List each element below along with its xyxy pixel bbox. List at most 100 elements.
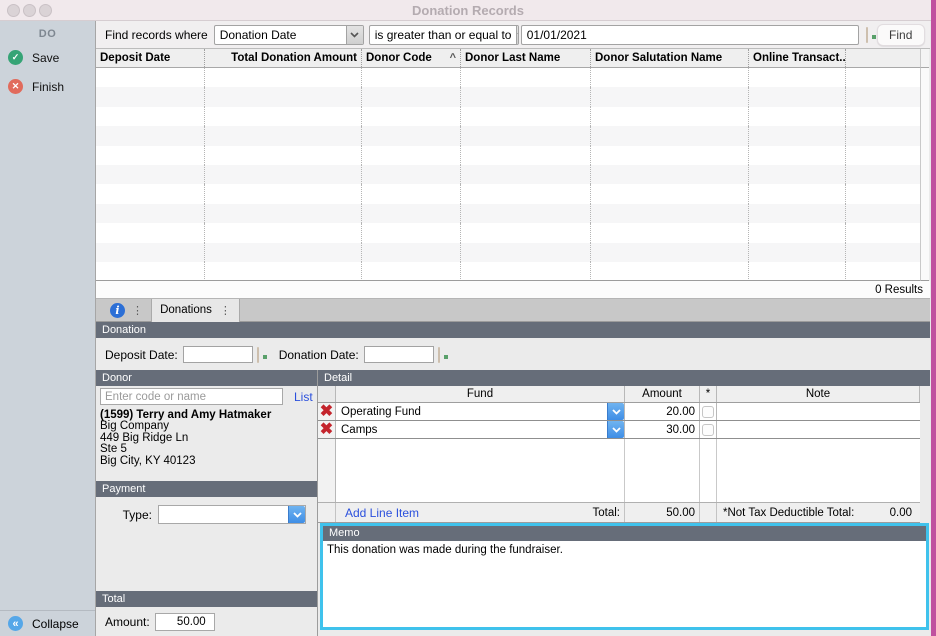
calendar-icon[interactable] [437, 346, 440, 363]
save-label: Save [32, 50, 60, 65]
calendar-icon[interactable] [865, 26, 868, 43]
table-row [96, 87, 920, 107]
table-row [96, 106, 920, 127]
column-header[interactable]: Donor Salutation Name [591, 49, 749, 67]
title-bar: Donation Records [0, 0, 936, 21]
column-header[interactable]: Donor Last Name [461, 49, 591, 67]
finish-label: Finish [32, 79, 65, 94]
memo-section-header: Memo [323, 526, 926, 541]
deposit-date-label: Deposit Date: [105, 347, 178, 362]
find-operator-select[interactable]: is greater than or equal to [368, 24, 519, 45]
find-value-input[interactable] [520, 24, 859, 45]
ntd-total-value: 0.00 [889, 506, 912, 519]
right-panel: Detail Fund Amount * Note ✖ Operating Fun… [318, 370, 930, 636]
main-area: Find records where Donation Date is grea… [96, 21, 930, 636]
collapse-icon: « [8, 616, 23, 631]
payment-type-select[interactable] [158, 505, 306, 524]
donor-address: Big Company 449 Big Ridge Ln Ste 5 Big City… [100, 420, 313, 467]
total-amount-label: Amount: [105, 614, 150, 629]
collapse-label: Collapse [32, 616, 79, 631]
fund-value: Operating Fund [341, 405, 421, 418]
chevron-down-icon[interactable] [345, 25, 363, 44]
find-button[interactable]: Find [876, 23, 925, 46]
add-line-item-link[interactable]: Add Line Item [345, 506, 419, 520]
detail-amount-column-header: Amount [625, 386, 700, 402]
note-cell[interactable] [717, 403, 920, 420]
amount-cell[interactable]: 30.00 [625, 421, 700, 438]
table-row [96, 223, 920, 243]
donation-date-row: Deposit Date: Donation Date: [96, 338, 930, 371]
find-field-value: Donation Date [219, 27, 297, 42]
column-header[interactable]: Total Donation Amount [205, 49, 362, 67]
finish-button[interactable]: ✕ Finish [0, 75, 95, 98]
window-edge-highlight [931, 0, 936, 636]
table-row [96, 126, 920, 146]
table-row [96, 164, 920, 185]
table-row [96, 184, 920, 204]
memo-panel: Memo [320, 523, 929, 630]
column-header[interactable]: Online Transact... [749, 49, 846, 67]
tab-donations[interactable]: Donations ⋮ [151, 298, 240, 322]
find-bar: Find records where Donation Date is grea… [96, 21, 930, 49]
payment-type-label: Type: [122, 508, 152, 522]
detail-line-item: ✖ Operating Fund 20.00 [318, 403, 920, 421]
total-amount-input[interactable] [154, 612, 215, 631]
detail-total-value: 50.00 [625, 503, 700, 522]
not-tax-deductible-checkbox[interactable] [700, 403, 717, 420]
payment-type-value [159, 506, 288, 523]
check-icon: ✓ [8, 50, 23, 65]
left-panel: Donor List (1599) Terry and Amy Hatmaker… [96, 370, 318, 636]
calendar-icon[interactable] [256, 346, 259, 363]
fund-select[interactable]: Camps [336, 421, 625, 438]
detail-note-column-header: Note [717, 386, 920, 402]
note-cell[interactable] [717, 421, 920, 438]
find-field-select[interactable]: Donation Date [213, 24, 364, 45]
sidebar-header: DO [38, 28, 57, 40]
donor-section-header: Donor [96, 370, 317, 386]
payment-panel: Type: [96, 497, 317, 591]
not-tax-deductible-checkbox[interactable] [700, 421, 717, 438]
total-panel: Amount: [96, 607, 317, 636]
detail-fund-column-header: Fund [336, 386, 625, 402]
detail-section-header: Detail [318, 370, 930, 386]
table-row [96, 242, 920, 262]
fund-select[interactable]: Operating Fund [336, 403, 625, 420]
detail-line-item: ✖ Camps 30.00 [318, 421, 920, 439]
payment-section-header: Payment [96, 481, 317, 497]
chevron-down-icon[interactable] [607, 403, 624, 420]
info-icon[interactable]: i [110, 302, 125, 318]
delete-line-icon[interactable]: ✖ [318, 403, 336, 420]
tab-donations-label: Donations [160, 304, 212, 316]
donor-list-link[interactable]: List [294, 390, 313, 404]
amount-cell[interactable]: 20.00 [625, 403, 700, 420]
delete-line-icon[interactable]: ✖ [318, 421, 336, 438]
deposit-date-input[interactable] [182, 346, 253, 363]
column-header[interactable] [846, 49, 920, 67]
results-count: 0 Results [875, 283, 923, 296]
chevron-down-icon[interactable] [516, 25, 518, 44]
sidebar: DO ✓ Save ✕ Finish « Collapse [0, 21, 96, 636]
vertical-scrollbar[interactable] [920, 68, 929, 281]
grip-dots-icon[interactable]: ⋮ [220, 304, 231, 317]
column-header[interactable]: Donor Code ^ [362, 49, 461, 67]
chevron-down-icon[interactable] [288, 506, 305, 523]
donation-date-label: Donation Date: [278, 347, 359, 362]
grip-dots-icon[interactable]: ⋮ [132, 304, 143, 317]
chevron-down-icon[interactable] [607, 421, 624, 438]
donor-panel: List (1599) Terry and Amy Hatmaker Big C… [96, 386, 317, 481]
ntd-total-label: *Not Tax Deductible Total: [723, 506, 855, 519]
table-row [96, 203, 920, 224]
save-button[interactable]: ✓ Save [0, 46, 95, 69]
memo-textarea[interactable] [323, 541, 926, 627]
donor-address-line: Ste 5 [100, 443, 127, 455]
table-row [96, 145, 920, 165]
find-bar-label: Find records where [105, 27, 208, 42]
donor-address-line: Big City, KY 40123 [100, 454, 196, 467]
collapse-button[interactable]: « Collapse [0, 610, 95, 636]
x-icon: ✕ [8, 79, 23, 94]
detail-star-column-header: * [700, 386, 717, 402]
donor-search-input[interactable] [100, 388, 283, 405]
column-header[interactable]: Deposit Date [96, 49, 205, 67]
donor-address-line: Big Company [100, 420, 170, 432]
donation-date-input[interactable] [363, 346, 434, 363]
